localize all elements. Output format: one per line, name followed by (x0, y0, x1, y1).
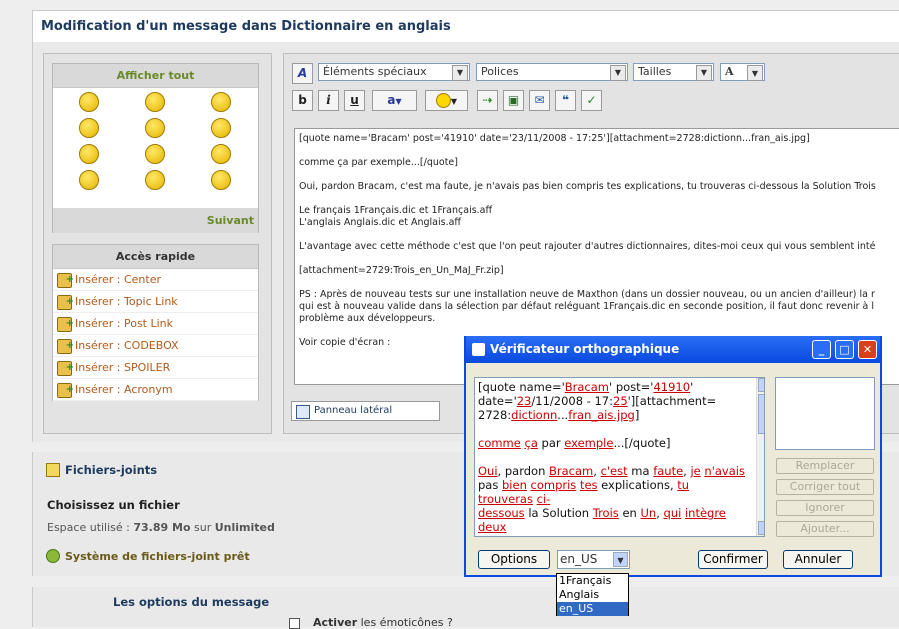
smiley-icon[interactable] (79, 144, 99, 164)
chevron-down-icon: ▼ (452, 65, 468, 81)
quick-item-topic-link[interactable]: Insérer : Topic Link (53, 291, 258, 313)
smiley-icon[interactable] (79, 118, 99, 138)
cancel-button[interactable]: Annuler (783, 550, 853, 569)
smiley-icon[interactable] (211, 144, 231, 164)
quick-item-post-link[interactable]: Insérer : Post Link (53, 313, 258, 335)
space-used: Espace utilisé : 73.89 Mo sur Unlimited (47, 521, 275, 534)
emoticons-label: Activer les émoticônes ? (313, 616, 453, 629)
remove-format-icon[interactable]: A (292, 63, 313, 84)
language-dropdown: 1Français Anglais en_US (556, 573, 629, 616)
close-icon[interactable]: ✕ (858, 340, 877, 359)
quick-item-spoiler[interactable]: Insérer : SPOILER (53, 357, 258, 379)
language-select[interactable]: en_US ▼ (557, 550, 630, 569)
underline-button[interactable]: u (344, 90, 365, 111)
add-button[interactable]: Ajouter... (776, 521, 874, 537)
smiley-icon[interactable] (211, 118, 231, 138)
scroll-up-icon[interactable] (758, 378, 764, 392)
page-title: Modification d'un message dans Dictionna… (32, 10, 899, 42)
attachments-title: Fichiers-joints (65, 463, 158, 477)
show-all-link[interactable]: Afficher tout (53, 64, 258, 88)
language-option-selected[interactable]: en_US (557, 602, 628, 616)
language-option[interactable]: 1Français (557, 574, 628, 588)
spellcheck-icon[interactable]: ✓ (581, 90, 602, 111)
attachment-ready: Système de fichiers-joint prêt (65, 550, 250, 563)
smiley-icon (435, 93, 451, 108)
side-panel-button[interactable]: Panneau latéral (291, 401, 440, 421)
suggestions-list[interactable] (775, 377, 875, 450)
insert-icon (57, 335, 74, 357)
chevron-down-icon: ▼ (696, 65, 712, 81)
fonts-select[interactable]: Polices ▼ (476, 63, 628, 81)
confirm-button[interactable]: Confirmer (698, 550, 768, 569)
insert-icon (57, 379, 74, 401)
chevron-down-icon: ▼ (747, 65, 763, 81)
smiley-icon[interactable] (211, 92, 231, 112)
check-icon (46, 549, 60, 563)
smiley-icon[interactable] (79, 170, 99, 190)
sizes-select[interactable]: Tailles ▼ (633, 63, 714, 81)
quick-item-codebox[interactable]: Insérer : CODEBOX (53, 335, 258, 357)
quick-access-title: Accès rapide (53, 245, 258, 269)
message-options-title: Les options du message (113, 595, 270, 609)
quick-item-acronym[interactable]: Insérer : Acronym (53, 379, 258, 401)
insert-icon (57, 269, 74, 291)
panel-icon (296, 405, 310, 419)
text-color-button[interactable]: a▼ (372, 90, 417, 111)
italic-button[interactable]: i (318, 90, 339, 111)
chevron-down-icon: ▼ (610, 65, 626, 81)
smiley-icon[interactable] (145, 92, 165, 112)
smiley-menu-button[interactable]: ▼ (425, 90, 468, 111)
minimize-icon[interactable]: _ (812, 340, 831, 359)
spellcheck-text[interactable]: [quote name='Bracam' post='41910' date='… (474, 377, 765, 537)
scroll-down-icon[interactable] (758, 521, 764, 535)
insert-icon (57, 291, 74, 313)
insert-email-icon[interactable]: ✉ (529, 90, 550, 111)
insert-icon (57, 313, 74, 335)
language-option[interactable]: Anglais (557, 588, 628, 602)
bold-button[interactable]: b (292, 90, 313, 111)
options-button[interactable]: Options (478, 550, 550, 569)
insert-image-icon[interactable]: ▣ (503, 90, 524, 111)
replace-button[interactable]: Remplacer (776, 458, 874, 474)
smiley-icon[interactable] (145, 118, 165, 138)
font-color-select[interactable]: A ▼ (720, 63, 765, 81)
scroll-thumb[interactable] (758, 394, 764, 434)
vertical-scrollbar[interactable] (756, 378, 764, 536)
correct-all-button[interactable]: Corriger tout (776, 479, 874, 495)
next-link[interactable]: Suivant (53, 208, 258, 233)
smiley-icon[interactable] (211, 170, 231, 190)
app-icon (472, 343, 485, 356)
attachment-icon (46, 463, 60, 477)
quick-access-box: Accès rapide Insérer : Center Insérer : … (52, 244, 259, 401)
chevron-down-icon: ▼ (613, 552, 628, 567)
smiley-icon[interactable] (145, 144, 165, 164)
smiley-icon[interactable] (79, 92, 99, 112)
smiley-icon[interactable] (145, 170, 165, 190)
maximize-icon[interactable]: □ (835, 340, 854, 359)
insert-quote-icon[interactable]: ❝ (555, 90, 576, 111)
choose-file-label: Choisissez un fichier (47, 498, 180, 512)
insert-icon (57, 357, 74, 379)
insert-link-icon[interactable]: ⇢ (477, 90, 498, 111)
quick-item-center[interactable]: Insérer : Center (53, 269, 258, 291)
smiley-box: Afficher tout Suivant (52, 63, 259, 233)
ignore-button[interactable]: Ignorer (776, 500, 874, 516)
special-elements-select[interactable]: Éléments spéciaux ▼ (318, 63, 470, 81)
spellcheck-dialog: Vérificateur orthographique _ □ ✕ [quote… (464, 336, 882, 577)
